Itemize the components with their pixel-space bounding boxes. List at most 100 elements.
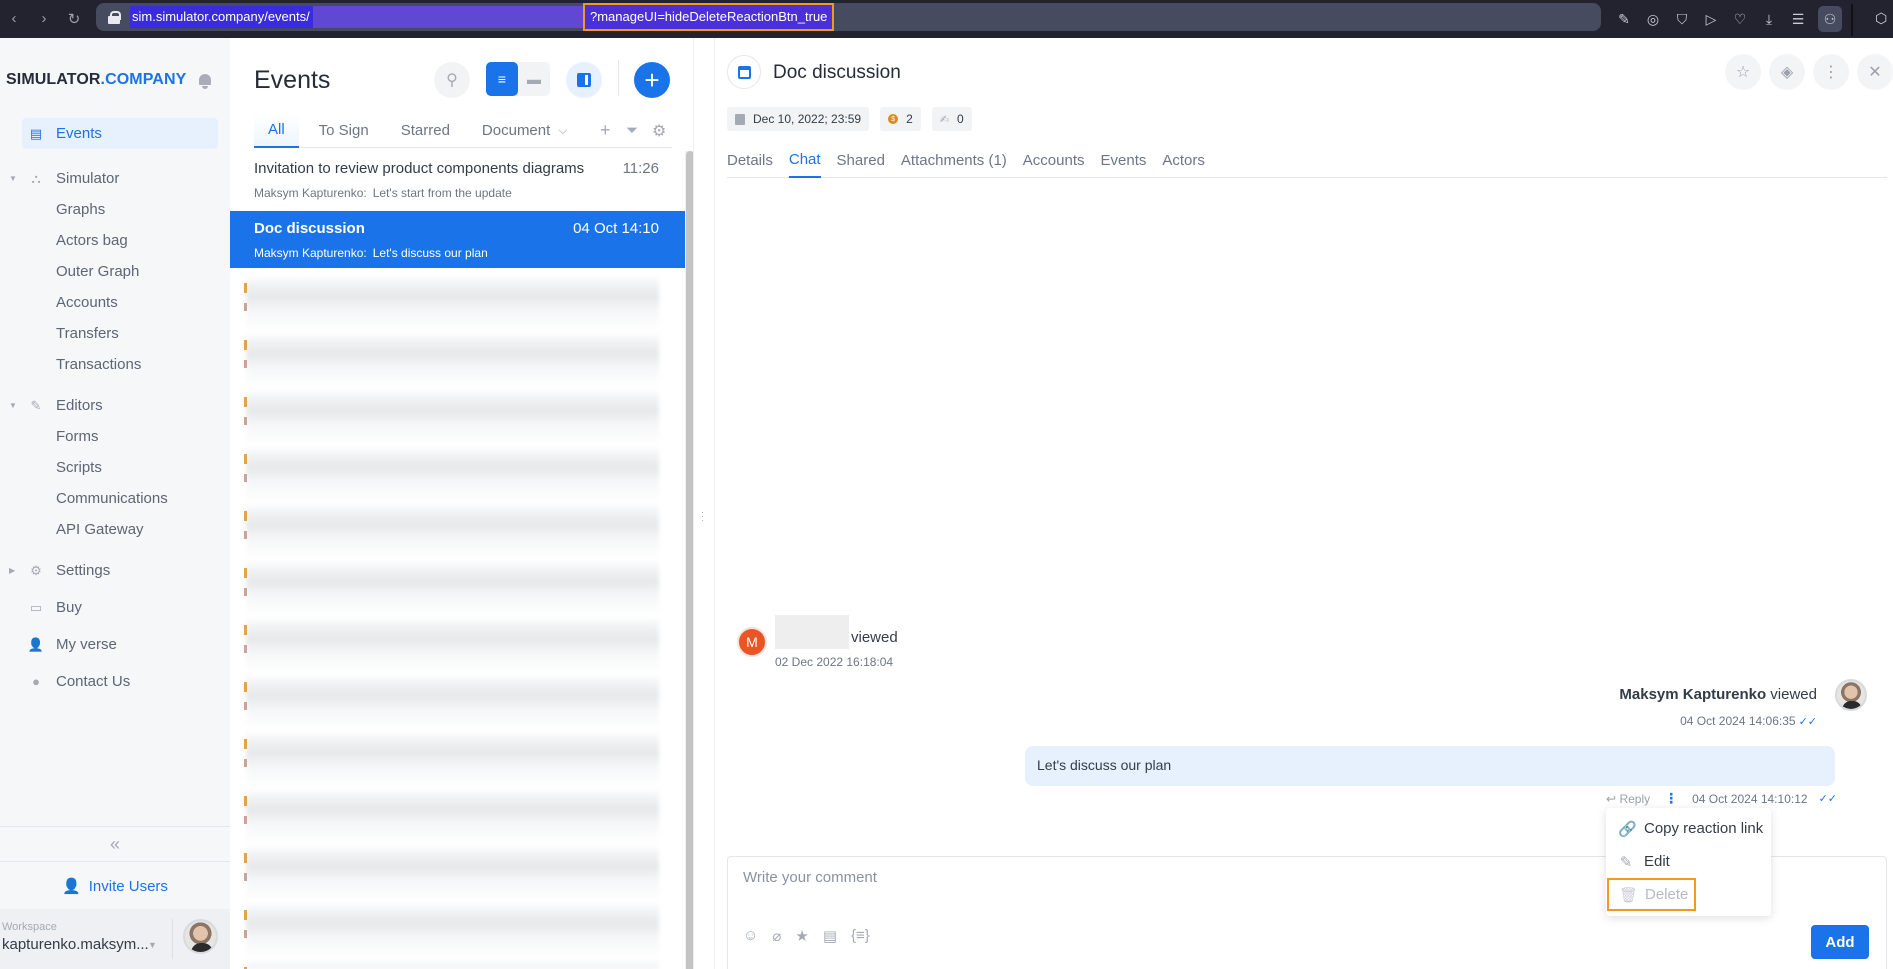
add-event-button[interactable]: + [634, 62, 670, 98]
tab-actors[interactable]: Actors [1162, 143, 1205, 178]
logo[interactable]: SIMULATOR.COMPANY [6, 71, 186, 89]
sidebar-item-simulator[interactable]: ▼ ⛬ Simulator [0, 163, 230, 194]
back-icon[interactable]: ‹ [6, 10, 22, 28]
variables-icon[interactable]: {≡} [851, 927, 870, 945]
menu-label: Edit [1644, 853, 1670, 870]
layers-button[interactable]: ◈ [1769, 54, 1805, 90]
sidebar-item-transactions[interactable]: Transactions [0, 349, 230, 380]
sidebar-item-events[interactable]: ▤ Events [22, 118, 218, 149]
chevron-down-icon[interactable]: ⌵ [558, 123, 567, 138]
message-bubble[interactable]: Let's discuss our plan [1025, 746, 1835, 786]
activity-item: Maksym Kapturenko viewed 04 Oct 2024 14:… [1269, 679, 1869, 739]
signature-count: 0 [957, 112, 964, 126]
logo-accent: .COMPANY [100, 71, 187, 88]
star-button[interactable]: ☆ [1725, 54, 1761, 90]
close-button[interactable]: ✕ [1857, 54, 1893, 90]
caret-right-icon[interactable]: ▶ [9, 566, 15, 575]
caret-down-icon[interactable]: ▼ [9, 401, 17, 410]
sidebar-item-graphs[interactable]: Graphs [0, 194, 230, 225]
attach-icon[interactable]: ⌀ [772, 927, 781, 945]
caret-down-icon[interactable]: ▼ [148, 940, 157, 950]
sidebar-item-outer-graph[interactable]: Outer Graph [0, 256, 230, 287]
list-item[interactable]: Invitation to review product components … [230, 151, 686, 208]
list-view-button[interactable]: ≡ [486, 62, 518, 96]
comment-input[interactable]: Write your comment [743, 869, 877, 886]
list-item-selected[interactable]: Doc discussion 04 Oct 14:10 Maksym Kaptu… [230, 211, 686, 268]
tab-chat[interactable]: Chat [788, 143, 821, 178]
workspace-value[interactable]: kapturenko.maksym... [2, 936, 149, 953]
panel-splitter[interactable]: · · · [693, 38, 715, 969]
due-date-chip[interactable]: Dec 10, 2022; 23:59 [727, 107, 870, 131]
sidebar-item-actors-bag[interactable]: Actors bag [0, 225, 230, 256]
reply-button[interactable]: ↩ Reply [1606, 792, 1650, 806]
trash-icon: 🗑 [1619, 886, 1639, 904]
profile-icon[interactable]: ⚇ [1818, 6, 1842, 32]
tab-starred[interactable]: Starred [401, 114, 450, 148]
sidebar-item-contact-us[interactable]: ● Contact Us [0, 666, 230, 697]
sidebar-item-buy[interactable]: ▭ Buy [0, 592, 230, 623]
tab-attachments[interactable]: Attachments (1) [901, 143, 1007, 178]
message-menu-button[interactable]: ⋮ [1664, 790, 1678, 807]
invite-users-button[interactable]: 👤 Invite Users [0, 863, 230, 909]
user-avatar[interactable] [183, 919, 218, 954]
sidebar-item-transfers[interactable]: Transfers [0, 318, 230, 349]
snippet-text: Let's discuss our plan [372, 246, 488, 260]
send-icon[interactable]: ▷ [1702, 10, 1720, 28]
signatures-chip[interactable]: ✍ 0 [931, 107, 972, 131]
tab-all[interactable]: All [254, 113, 299, 148]
shield-icon[interactable]: ⛉ [1673, 10, 1691, 28]
signature-icon: ✍ [939, 113, 949, 126]
tab-shared[interactable]: Shared [837, 143, 885, 178]
add-comment-button[interactable]: Add [1811, 925, 1869, 959]
read-check-icon: ✓✓ [1818, 793, 1837, 805]
pencil-icon: ✎ [30, 397, 42, 413]
extension-icon[interactable]: ⬡ [1875, 10, 1887, 27]
divider [172, 919, 173, 959]
bell-icon[interactable] [198, 73, 212, 89]
emoji-icon[interactable]: ☺ [743, 927, 758, 945]
forward-icon[interactable]: › [36, 10, 52, 28]
coins-chip[interactable]: $2 [880, 107, 921, 131]
sidebar-item-editors[interactable]: ▼ ✎ Editors [0, 390, 230, 421]
download-icon[interactable]: ⤓ [1760, 10, 1778, 28]
panel-toggle-button[interactable] [566, 62, 602, 98]
collapse-sidebar-button[interactable]: « [0, 826, 230, 862]
event-author: Maksym Kapturenko: [254, 186, 367, 200]
form-icon[interactable]: ▤ [823, 927, 837, 945]
sidebar-item-my-verse[interactable]: 👤 My verse [0, 629, 230, 660]
sidebar-item-communications[interactable]: Communications [0, 483, 230, 514]
due-date: Dec 10, 2022; 23:59 [753, 112, 862, 126]
address-bar[interactable]: sim.simulator.company/events/ ?manageUI=… [96, 3, 1601, 31]
sidebar-item-api-gateway[interactable]: API Gateway [0, 514, 230, 545]
sidebar-item-scripts[interactable]: Scripts [0, 452, 230, 483]
menu-label: Copy reaction link [1644, 820, 1764, 837]
heart-icon[interactable]: ♡ [1731, 10, 1749, 28]
tab-document[interactable]: Document [482, 114, 550, 148]
more-options-button[interactable]: ⋮ [1813, 54, 1849, 90]
url-param-highlight[interactable]: ?manageUI=hideDeleteReactionBtn_true [583, 3, 835, 31]
search-button[interactable]: ⚲ [434, 62, 470, 98]
filter-icon[interactable]: ⏷ [626, 122, 638, 139]
caret-down-icon[interactable]: ▼ [9, 174, 17, 183]
tab-details[interactable]: Details [727, 143, 773, 178]
sliders-icon[interactable]: ☰ [1789, 10, 1807, 28]
gear-icon[interactable]: ⚙ [652, 121, 666, 141]
add-tab-icon[interactable]: + [600, 120, 611, 141]
tab-to-sign[interactable]: To Sign [319, 114, 369, 148]
edit-item[interactable]: ✎ Edit [1606, 845, 1771, 878]
sidebar-item-settings[interactable]: ▶ ⚙ Settings [0, 555, 230, 586]
edit-icon[interactable]: ✎ [1615, 10, 1633, 28]
sidebar-item-accounts[interactable]: Accounts [0, 287, 230, 318]
url-text[interactable]: sim.simulator.company/events/ [130, 6, 313, 28]
activity-action: viewed [851, 629, 898, 646]
tab-events[interactable]: Events [1101, 143, 1147, 178]
sidebar-item-forms[interactable]: Forms [0, 421, 230, 452]
workspace-selector[interactable]: Workspace kapturenko.maksym... ▼ [0, 909, 230, 969]
tab-accounts[interactable]: Accounts [1023, 143, 1085, 178]
calendar-view-button[interactable]: ▬ [518, 62, 550, 96]
copy-reaction-link-item[interactable]: 🔗 Copy reaction link [1606, 812, 1771, 845]
reload-icon[interactable]: ↻ [66, 10, 82, 28]
camera-icon[interactable]: ◎ [1644, 10, 1662, 28]
star-icon[interactable]: ★ [795, 927, 808, 945]
drag-handle-icon[interactable]: · · · [701, 508, 704, 525]
